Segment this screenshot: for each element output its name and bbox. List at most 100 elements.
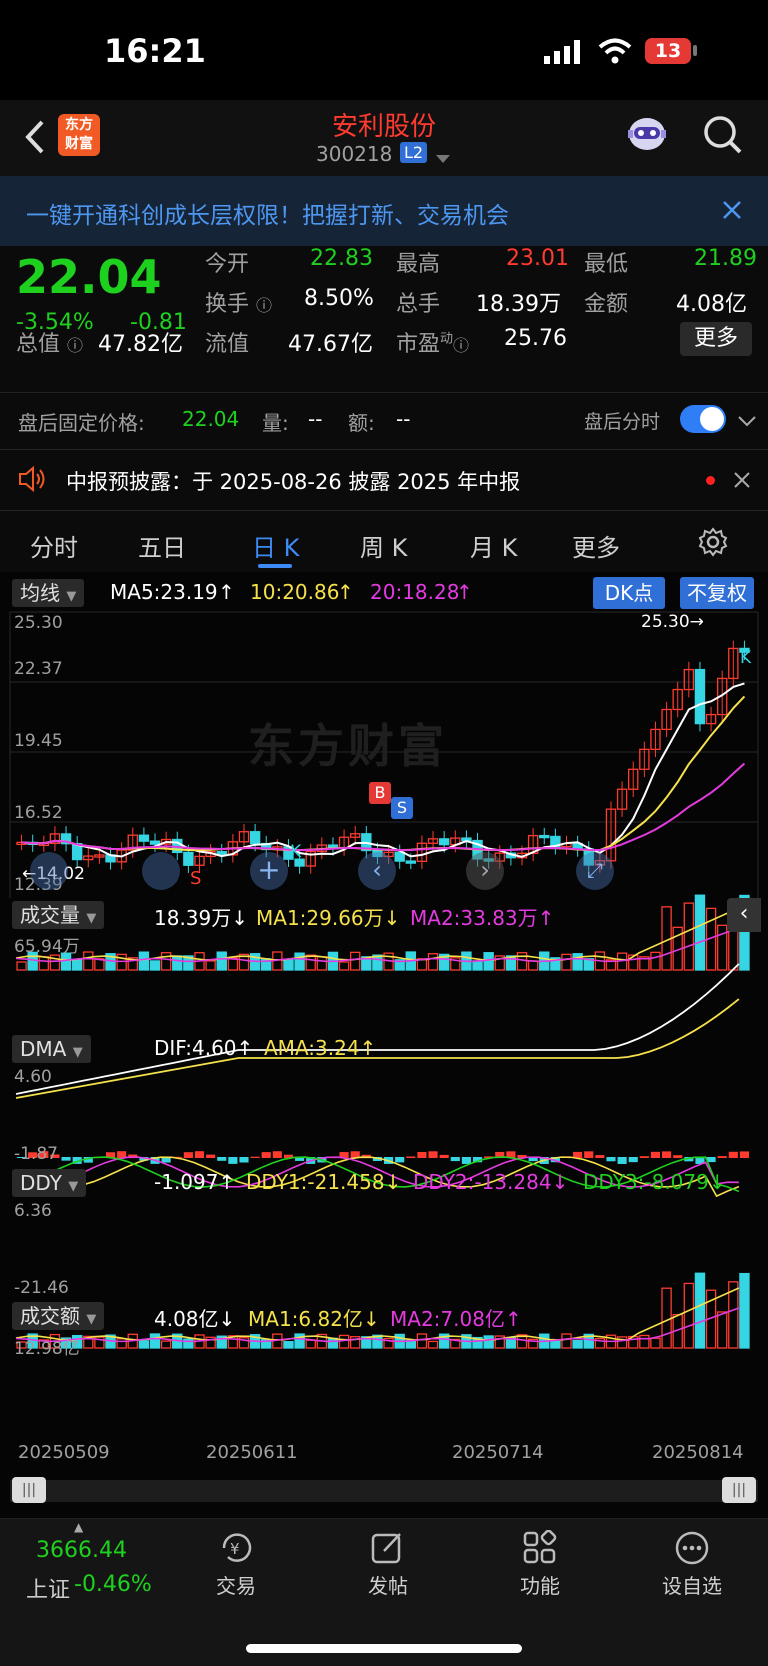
price-tick: 22.37 [14,659,63,679]
volume-bar [305,954,316,971]
turnover-label: 换手 ⓘ [205,292,273,317]
tab-daily-k[interactable]: 日 K [252,528,299,563]
functions-icon[interactable] [522,1529,558,1570]
amount-bar [550,1340,561,1349]
volume-bar [694,894,706,971]
amount-bar [283,1341,294,1349]
volume-bar [561,953,572,971]
nav-trade[interactable]: 交易 [181,1570,291,1599]
zoom-out-button[interactable] [142,852,180,890]
amount-ma2: MA2:7.08亿↑ [390,1307,522,1331]
index-value[interactable]: 3666.44 [36,1538,127,1563]
ddy-bar [717,1156,727,1158]
reset-button[interactable] [30,852,68,890]
price-tick: 16.52 [14,803,63,823]
volume-bar [71,959,83,971]
ddy-bar [183,1152,193,1158]
trade-icon[interactable]: ¥ [218,1530,256,1570]
zoom-in-button[interactable]: + [250,852,288,890]
market-cap-label: 总值 ⓘ [16,332,84,357]
after-hours-toggle[interactable] [680,405,726,433]
pan-left-button[interactable]: ‹ [358,852,396,890]
notice-text[interactable]: 中报预披露：于 2025-08-26 披露 2025 年中报 [66,466,520,496]
low-label: 最低 [584,252,629,277]
tab-monthly-k[interactable]: 月 K [470,528,517,563]
tab-five-day[interactable]: 五日 [138,528,186,563]
notice-bar[interactable]: 中报预披露：于 2025-08-26 披露 2025 年中报 [0,449,768,510]
more-button[interactable]: 更多 [680,322,752,356]
ddy-bar [439,1154,449,1158]
battery-tip [693,45,697,56]
ddy-bar [595,1155,605,1158]
close-icon[interactable] [722,200,742,224]
ddy-selector[interactable]: DDY ▼ [12,1169,87,1197]
volume-ma1: MA1:29.66万↓ [256,906,401,930]
candle [394,851,405,862]
search-icon[interactable] [702,114,744,160]
s-signal: S [190,868,202,889]
volume-selector[interactable]: 成交量 ▼ [12,901,105,929]
after-hours-amt-label: 额: [348,411,375,435]
more-dots-icon[interactable] [674,1530,710,1570]
after-hours-label: 盘后固定价格: [18,411,145,435]
volume-bar [516,952,528,971]
tab-intraday[interactable]: 分时 [30,528,78,563]
amount-bar [661,1287,672,1349]
high-marker: 25.30→ [641,612,704,632]
dma-selector[interactable]: DMA ▼ [12,1035,91,1063]
index-percent[interactable]: -0.46% [74,1572,152,1597]
candle [183,851,194,866]
volume-bar [149,960,161,971]
status-bar: 16:21 13 [0,0,768,100]
sell-marker[interactable]: S [391,797,413,819]
date-label: 20250814 [652,1442,744,1463]
caret-down-icon[interactable] [436,150,450,169]
volume-ma2: MA2:33.83万↑ [410,906,555,930]
pan-right-button[interactable]: › [466,852,504,890]
range-handle-right[interactable]: ||| [722,1477,756,1503]
robot-assistant-icon[interactable] [624,112,670,160]
volume-bar [349,951,361,971]
level2-badge[interactable]: L2 [400,142,428,163]
candle [405,860,417,864]
amount-bar [639,1334,650,1349]
ddy-bar [673,1155,683,1158]
fullscreen-button[interactable]: ⤢ [576,852,614,890]
ddy-bar [662,1151,672,1158]
volume-bar [216,951,227,971]
amount-bar [116,1338,127,1349]
ddy-bar [650,1151,661,1158]
post-icon[interactable] [370,1530,406,1570]
nav-post[interactable]: 发帖 [333,1570,443,1599]
tab-weekly-k[interactable]: 周 K [360,528,407,563]
tab-more[interactable]: 更多 [572,528,620,563]
amount-bar [138,1340,150,1349]
amount-bar [416,1333,428,1349]
promo-banner[interactable]: 一键开通科创成长层权限！把握打新、交易机会 [0,176,768,246]
volume-bar [283,959,294,971]
volume-bar [683,902,695,971]
close-notice-icon[interactable] [734,472,750,492]
chevron-down-icon[interactable] [738,413,756,432]
candle [694,668,706,725]
nav-functions[interactable]: 功能 [485,1570,595,1599]
index-name[interactable]: 上证 [26,1572,70,1604]
nav-watchlist[interactable]: 设自选 [637,1570,747,1599]
dma-dif-line [15,963,740,1095]
dma-ama-line [15,998,740,1099]
settings-gear-icon[interactable] [698,527,728,561]
date-label: 20250509 [18,1442,110,1463]
buy-marker[interactable]: B [369,782,391,804]
amount-selector[interactable]: 成交额 ▼ [12,1302,105,1330]
range-scrollbar[interactable] [10,1480,758,1502]
amount-bar [149,1333,161,1349]
range-handle-left[interactable]: ||| [12,1477,46,1503]
volume-bar [650,951,661,971]
signal-icon [544,40,584,68]
amount-bar [694,1272,706,1349]
banner-text[interactable]: 一键开通科创成长层权限！把握打新、交易机会 [26,196,509,230]
amount-bar [427,1340,439,1349]
ddy-bar [450,1157,460,1162]
collapse-panel-icon[interactable]: ‹ [727,898,761,932]
volume-bar [472,960,483,971]
